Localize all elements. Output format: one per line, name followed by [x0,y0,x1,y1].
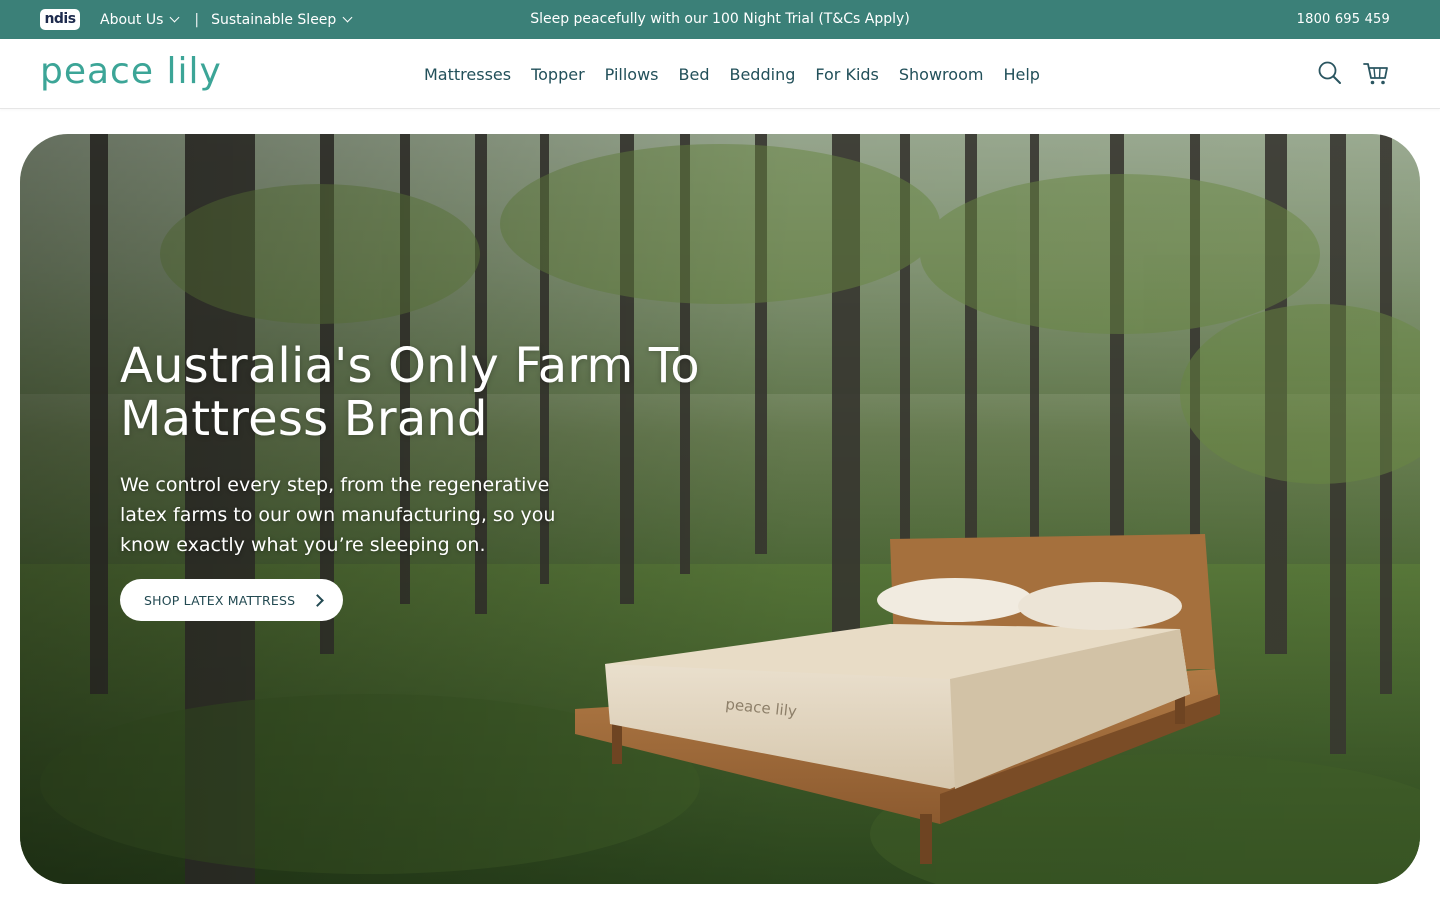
cta-label: Shop Latex Mattress [144,592,296,608]
hero-subtitle: We control every step, from the regenera… [120,474,556,556]
search-icon[interactable] [1316,59,1344,87]
hero-title: Australia's Only Farm To Mattress Brand [120,338,700,447]
nav-topper[interactable]: Topper [531,65,585,84]
nav-pillows[interactable]: Pillows [605,65,659,84]
nav-for-kids[interactable]: For Kids [815,65,879,84]
hero-banner: peace lily Australia's Only Farm To Matt… [20,134,1420,884]
announcement-bar: ndis About Us | Sustainable Sleep Sleep … [0,0,1440,39]
peace-lily-logo[interactable]: peace lily [40,49,230,97]
nav-mattresses[interactable]: Mattresses [424,65,511,84]
top-nav-label: Sustainable Sleep [211,11,337,28]
ndis-logo[interactable]: ndis [40,9,80,30]
chevron-down-icon [342,12,353,23]
site-header: peace lily Mattresses Topper Pillows Bed… [0,39,1440,109]
phone-number[interactable]: 1800 695 459 [1297,0,1390,39]
shop-latex-mattress-button[interactable]: Shop Latex Mattress [120,579,343,621]
promo-message[interactable]: Sleep peacefully with our 100 Night Tria… [530,11,910,27]
top-nav-label: About Us [100,11,164,28]
top-nav-about-us[interactable]: About Us [100,11,180,28]
chevron-down-icon [169,12,180,23]
nav-showroom[interactable]: Showroom [899,65,984,84]
nav-bedding[interactable]: Bedding [729,65,795,84]
main-nav: Mattresses Topper Pillows Bed Bedding Fo… [424,39,1040,109]
top-nav-separator: | [194,11,200,28]
logo-text: peace lily [40,51,222,92]
cart-icon[interactable] [1362,59,1390,87]
top-nav: About Us | Sustainable Sleep [100,0,353,39]
nav-bed[interactable]: Bed [679,65,710,84]
nav-help[interactable]: Help [1003,65,1039,84]
chevron-right-icon [311,593,325,607]
top-nav-sustainable-sleep[interactable]: Sustainable Sleep [211,11,353,28]
